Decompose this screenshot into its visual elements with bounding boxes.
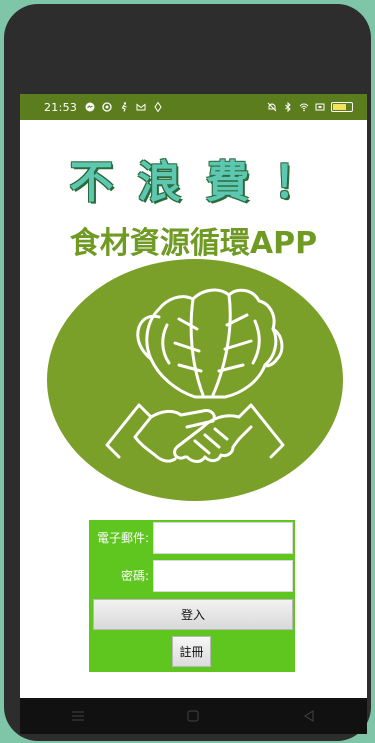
gmail-icon — [136, 103, 146, 111]
email-label: 電子郵件: — [96, 531, 149, 545]
navigation-bar — [20, 698, 367, 734]
messenger-icon — [85, 102, 95, 112]
app-title: 不浪費！ — [69, 157, 342, 208]
wifi-icon — [299, 103, 309, 112]
app-subtitle: 食材資源循環APP — [69, 226, 318, 261]
password-row: 密碼: — [89, 560, 295, 592]
battery-icon — [331, 102, 353, 112]
system-icons — [267, 102, 353, 112]
app-screen: 21:53 不浪費！ 食材資源循環APP 電子郵件: 密碼: 登入 註冊 — [20, 94, 367, 734]
status-time: 21:53 — [44, 100, 78, 114]
phone-frame: 21:53 不浪費！ 食材資源循環APP 電子郵件: 密碼: 登入 註冊 — [4, 4, 371, 741]
email-row: 電子郵件: — [89, 522, 295, 554]
password-label: 密碼: — [120, 569, 149, 583]
runner-icon — [121, 102, 127, 112]
mute-icon — [267, 102, 277, 112]
login-button[interactable]: 登入 — [93, 599, 293, 630]
back-icon — [304, 710, 314, 722]
location-icon — [154, 102, 162, 112]
register-button[interactable]: 註冊 — [172, 636, 211, 667]
status-bar: 21:53 — [20, 94, 367, 120]
vegetable-handshake-logo — [105, 288, 285, 463]
threads-icon — [102, 102, 112, 112]
menu-button[interactable] — [71, 709, 85, 723]
bluetooth-icon — [285, 102, 291, 112]
back-button[interactable] — [302, 709, 316, 723]
email-field[interactable] — [153, 522, 293, 554]
home-icon — [187, 710, 199, 722]
login-panel: 電子郵件: 密碼: 登入 註冊 — [89, 520, 295, 672]
home-button[interactable] — [186, 709, 200, 723]
password-field[interactable] — [153, 560, 293, 592]
sim-icon — [315, 103, 325, 111]
notification-icons — [85, 102, 163, 112]
menu-icon — [71, 711, 84, 721]
